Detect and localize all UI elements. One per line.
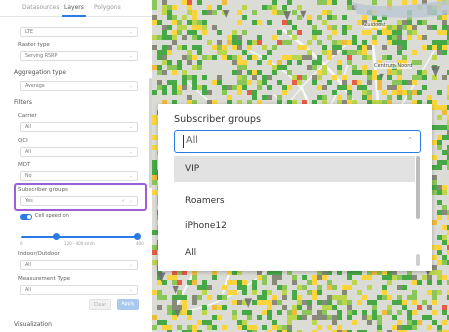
raster-type-select[interactable]: Serving RSRP ⌄: [20, 51, 138, 61]
technology-select[interactable]: LTE ⌄: [20, 27, 138, 37]
chevron-down-icon: ⌄: [129, 262, 133, 268]
tab-layers[interactable]: Layers: [64, 4, 84, 11]
indoor-outdoor-select[interactable]: All ⌄: [20, 260, 138, 270]
option-vip[interactable]: VIP: [174, 156, 415, 182]
carrier-value: All: [25, 124, 31, 130]
speed-slider-min-handle[interactable]: [53, 233, 60, 240]
layers-sidebar: Datasources Layers Polygons LTE ⌄ Raster…: [0, 0, 152, 332]
qci-value: All: [25, 149, 31, 155]
tab-datasources[interactable]: Datasources: [22, 4, 59, 11]
active-tab-indicator: [62, 15, 86, 17]
subscriber-groups-search-input[interactable]: All ⌃: [174, 130, 421, 153]
option-all[interactable]: All: [174, 240, 415, 266]
dropdown-scrollbar-end: [416, 254, 420, 266]
chevron-down-icon: ⌄: [129, 29, 133, 35]
map-place-label: Centrum Noord: [374, 63, 413, 69]
subscriber-groups-select[interactable]: Yes × ⌄: [20, 196, 138, 206]
cell-speed-label: Cell speed on: [35, 213, 69, 219]
carrier-select[interactable]: All ⌄: [20, 122, 138, 132]
option-roamers[interactable]: Roamers: [174, 188, 415, 214]
cell-speed-toggle[interactable]: [20, 214, 32, 220]
carrier-label: Carrier: [18, 113, 37, 119]
subscriber-groups-value: Yes: [25, 198, 33, 204]
text-caret: [183, 135, 184, 148]
clear-button[interactable]: Clear: [89, 299, 111, 310]
speed-range-label: 120 - 400 km/h: [64, 241, 95, 246]
mdt-value: No: [25, 173, 32, 179]
mdt-label: MDT: [18, 162, 31, 168]
filters-heading: Filters: [14, 99, 32, 106]
chevron-down-icon: ⌄: [129, 149, 133, 155]
speed-slider-max-handle[interactable]: [134, 233, 141, 240]
map-place-label: Zuidoost: [364, 22, 386, 28]
speed-slider-track[interactable]: [21, 236, 140, 238]
indoor-outdoor-value: All: [25, 262, 31, 268]
speed-max-label: 400: [136, 241, 144, 246]
chevron-down-icon: ⌄: [129, 287, 133, 293]
toggle-knob: [27, 215, 31, 219]
subscriber-groups-dropdown: Subscriber groups All ⌃ VIP Roamers iPho…: [158, 104, 432, 271]
chevron-down-icon: ⌄: [129, 173, 133, 179]
visualization-heading: Visualization: [14, 321, 52, 328]
qci-label: QCI: [18, 138, 28, 144]
apply-button[interactable]: Apply: [117, 299, 139, 310]
raster-type-label: Raster type: [18, 42, 50, 48]
sidebar-tabs: Datasources Layers Polygons: [0, 0, 152, 17]
measurement-type-select[interactable]: All ⌄: [20, 285, 138, 295]
tab-polygons[interactable]: Polygons: [94, 4, 121, 11]
qci-select[interactable]: All ⌄: [20, 147, 138, 157]
measurement-type-label: Measurement Type: [18, 276, 71, 282]
speed-min-label: 0: [20, 241, 23, 246]
close-icon[interactable]: ×: [121, 199, 125, 204]
chevron-down-icon: ⌄: [129, 198, 133, 204]
chevron-up-icon[interactable]: ⌃: [407, 136, 413, 144]
input-value: All: [186, 135, 198, 146]
aggregation-type-value: Average: [25, 83, 45, 89]
measurement-type-value: All: [25, 287, 31, 293]
raster-type-value: Serving RSRP: [25, 53, 58, 59]
dropdown-options-list: VIP Roamers iPhone12 All: [174, 154, 421, 267]
aggregation-type-select[interactable]: Average ⌄: [20, 81, 138, 91]
mdt-select[interactable]: No ⌄: [20, 171, 138, 181]
indoor-outdoor-label: Indoor/Outdoor: [18, 251, 60, 257]
chevron-down-icon: ⌄: [129, 53, 133, 59]
chevron-down-icon: ⌄: [129, 124, 133, 130]
dropdown-scrollbar-thumb[interactable]: [416, 156, 420, 219]
subscriber-groups-label: Subscriber groups: [18, 187, 68, 193]
technology-value: LTE: [25, 29, 33, 35]
chevron-down-icon: ⌄: [129, 83, 133, 89]
dropdown-title: Subscriber groups: [174, 114, 261, 125]
option-iphone12[interactable]: iPhone12: [174, 213, 415, 239]
aggregation-type-label: Aggregation type: [14, 69, 67, 76]
